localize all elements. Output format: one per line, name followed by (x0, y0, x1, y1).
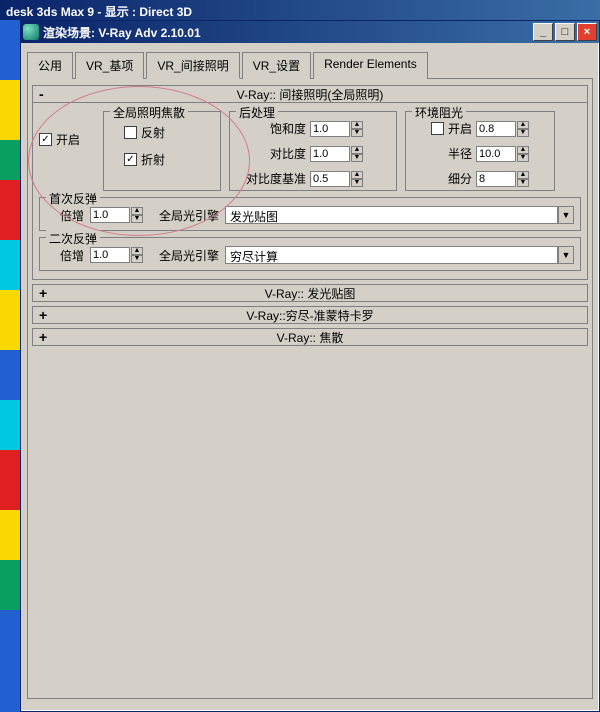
rollup-indirect-illum: - V-Ray:: 间接照明(全局照明) ✓ 开启 (32, 85, 588, 280)
primary-engine-label: 全局光引擎 (149, 207, 219, 224)
checkbox-icon (431, 122, 444, 135)
tab-render-elements[interactable]: Render Elements (313, 52, 428, 79)
primary-mult-label: 倍增 (46, 207, 84, 224)
ao-radius-label: 半径 (412, 145, 472, 162)
parent-titlebar: desk 3ds Max 9 - 显示 : Direct 3D (0, 0, 600, 20)
rollup-title: V-Ray::穷尽-准蒙特卡罗 (246, 307, 373, 324)
contrast-spinner[interactable]: ▲▼ (310, 146, 363, 162)
chevron-down-icon[interactable]: ▼ (558, 246, 574, 264)
app-icon (23, 24, 39, 40)
spin-up-icon[interactable]: ▲ (517, 171, 529, 179)
ao-subdivs-spinner[interactable]: ▲▼ (476, 171, 529, 187)
spin-down-icon[interactable]: ▼ (351, 154, 363, 162)
spin-up-icon[interactable]: ▲ (351, 146, 363, 154)
window-title: 渲染场景: V-Ray Adv 2.10.01 (43, 24, 531, 41)
rollup-title: V-Ray:: 发光贴图 (265, 285, 356, 302)
rollup-irradiance-map: + V-Ray:: 发光贴图 (32, 284, 588, 302)
spin-up-icon[interactable]: ▲ (517, 146, 529, 154)
spin-up-icon[interactable]: ▲ (517, 121, 529, 129)
rollup-title: V-Ray:: 焦散 (277, 329, 344, 346)
tab-vr-basic[interactable]: VR_基项 (75, 52, 144, 79)
spin-up-icon[interactable]: ▲ (351, 121, 363, 129)
postproc-fieldset: 后处理 饱和度 ▲▼ 对比度 ▲▼ (229, 111, 397, 191)
rollup-header[interactable]: + V-Ray:: 焦散 (32, 328, 588, 346)
ao-enable-checkbox[interactable]: 开启 (412, 120, 472, 137)
ao-fieldset: 环境阻光 开启 ▲▼ 半径 (405, 111, 555, 191)
secondary-engine-label: 全局光引擎 (149, 247, 219, 264)
spin-down-icon[interactable]: ▼ (517, 154, 529, 162)
tab-strip: 公用 VR_基项 VR_间接照明 VR_设置 Render Elements (27, 51, 593, 79)
saturation-spinner[interactable]: ▲▼ (310, 121, 363, 137)
caustics-reflect-checkbox[interactable]: 反射 (124, 124, 214, 141)
primary-mult-spinner[interactable]: ▲▼ (90, 207, 143, 223)
checkbox-icon (124, 126, 137, 139)
spin-down-icon[interactable]: ▼ (351, 129, 363, 137)
gi-enable-group: ✓ 开启 (39, 111, 99, 148)
spin-down-icon[interactable]: ▼ (131, 215, 143, 223)
tab-vr-settings[interactable]: VR_设置 (242, 52, 311, 79)
rollup-header[interactable]: + V-Ray::穷尽-准蒙特卡罗 (32, 306, 588, 324)
caustics-fieldset: 全局照明焦散 反射 ✓ 折射 (103, 111, 221, 191)
caustics-legend: 全局照明焦散 (110, 104, 188, 121)
tab-common[interactable]: 公用 (27, 52, 73, 79)
rollup-title: V-Ray:: 间接照明(全局照明) (237, 86, 384, 103)
rollup-caustics: + V-Ray:: 焦散 (32, 328, 588, 346)
expand-icon: + (39, 309, 47, 321)
secondary-engine-dropdown[interactable]: 穷尽计算 ▼ (225, 246, 574, 264)
secondary-mult-label: 倍增 (46, 247, 84, 264)
expand-icon: + (39, 331, 47, 343)
contrast-base-spinner[interactable]: ▲▼ (310, 171, 363, 187)
secondary-legend: 二次反弹 (46, 230, 100, 247)
spin-down-icon[interactable]: ▼ (351, 179, 363, 187)
secondary-mult-spinner[interactable]: ▲▼ (90, 247, 143, 263)
expand-icon: + (39, 287, 47, 299)
rollup-header[interactable]: + V-Ray:: 发光贴图 (32, 284, 588, 302)
panel-body: - V-Ray:: 间接照明(全局照明) ✓ 开启 (27, 79, 593, 699)
caustics-refract-checkbox[interactable]: ✓ 折射 (124, 151, 214, 168)
dropdown-value: 穷尽计算 (225, 246, 558, 264)
dropdown-value: 发光贴图 (225, 206, 558, 224)
spin-up-icon[interactable]: ▲ (131, 207, 143, 215)
chevron-down-icon[interactable]: ▼ (558, 206, 574, 224)
primary-engine-dropdown[interactable]: 发光贴图 ▼ (225, 206, 574, 224)
primary-legend: 首次反弹 (46, 190, 100, 207)
tab-vr-indirect[interactable]: VR_间接照明 (146, 52, 239, 79)
close-button[interactable]: × (577, 23, 597, 41)
spin-down-icon[interactable]: ▼ (131, 255, 143, 263)
minimize-button[interactable]: _ (533, 23, 553, 41)
contrast-label: 对比度 (236, 145, 306, 162)
ao-radius-spinner[interactable]: ▲▼ (476, 146, 529, 162)
spin-up-icon[interactable]: ▲ (351, 171, 363, 179)
gi-enable-checkbox[interactable]: ✓ 开启 (39, 131, 99, 148)
spin-up-icon[interactable]: ▲ (131, 247, 143, 255)
rollup-brute-force: + V-Ray::穷尽-准蒙特卡罗 (32, 306, 588, 324)
postproc-legend: 后处理 (236, 104, 278, 121)
spin-down-icon[interactable]: ▼ (517, 129, 529, 137)
secondary-bounce-fieldset: 二次反弹 倍增 ▲▼ 全局光引擎 穷尽计算 ▼ (39, 237, 581, 271)
saturation-label: 饱和度 (236, 120, 306, 137)
primary-bounce-fieldset: 首次反弹 倍增 ▲▼ 全局光引擎 发光贴图 ▼ (39, 197, 581, 231)
checkbox-icon: ✓ (124, 153, 137, 166)
ao-legend: 环境阻光 (412, 104, 466, 121)
ao-subdivs-label: 细分 (412, 170, 472, 187)
window-titlebar[interactable]: 渲染场景: V-Ray Adv 2.10.01 _ □ × (21, 21, 599, 43)
maximize-button[interactable]: □ (555, 23, 575, 41)
render-dialog-window: 渲染场景: V-Ray Adv 2.10.01 _ □ × 公用 VR_基项 V… (20, 20, 600, 712)
contrast-base-label: 对比度基准 (236, 170, 306, 187)
spin-down-icon[interactable]: ▼ (517, 179, 529, 187)
collapse-icon: - (39, 88, 44, 100)
rollup-content-indirect: ✓ 开启 全局照明焦散 反射 (32, 103, 588, 280)
client-area: 公用 VR_基项 VR_间接照明 VR_设置 Render Elements -… (21, 43, 599, 707)
ao-amount-spinner[interactable]: ▲▼ (476, 121, 529, 137)
rollup-header-indirect[interactable]: - V-Ray:: 间接照明(全局照明) (32, 85, 588, 103)
checkbox-icon: ✓ (39, 133, 52, 146)
